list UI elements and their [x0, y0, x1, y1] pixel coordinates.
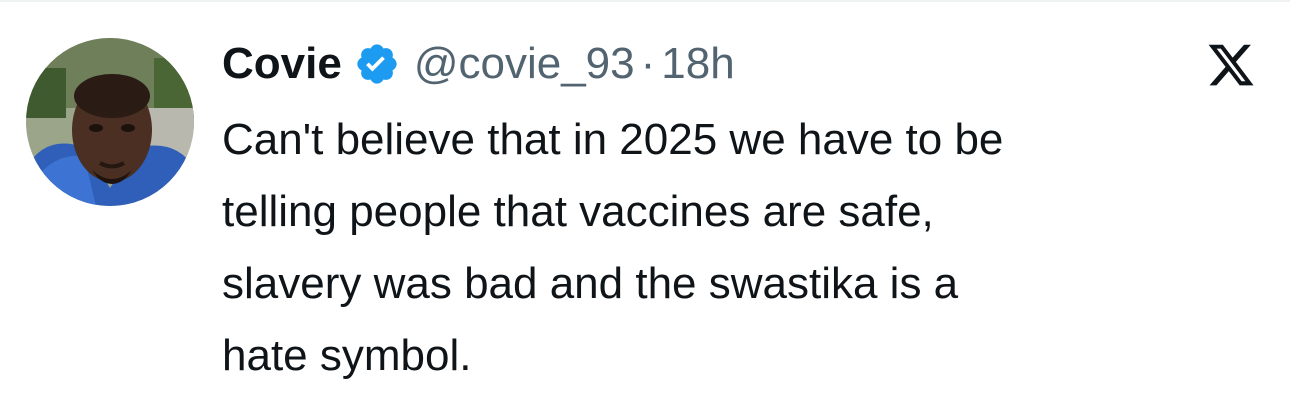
verified-badge-icon — [354, 41, 400, 87]
tweet-text: Can't believe that in 2025 we have to be… — [222, 104, 1262, 392]
top-divider — [0, 0, 1290, 2]
header-separator: · — [640, 39, 656, 88]
avatar[interactable] — [26, 38, 194, 206]
post-timestamp[interactable]: 18h — [661, 39, 734, 89]
tweet-text-line: Can't believe that in 2025 we have to be — [222, 115, 1004, 164]
avatar-image — [26, 38, 194, 206]
display-name[interactable]: Covie — [222, 39, 342, 89]
x-logo-icon[interactable] — [1206, 40, 1256, 90]
tweet-text-line: hate symbol. — [222, 331, 472, 380]
tweet-text-line: slavery was bad and the swastika is a — [222, 259, 959, 308]
tweet-header: Covie @covie_93 · 18h — [222, 36, 735, 92]
tweet-text-line: telling people that vaccines are safe, — [222, 187, 934, 236]
user-handle[interactable]: @covie_93 — [414, 39, 635, 89]
